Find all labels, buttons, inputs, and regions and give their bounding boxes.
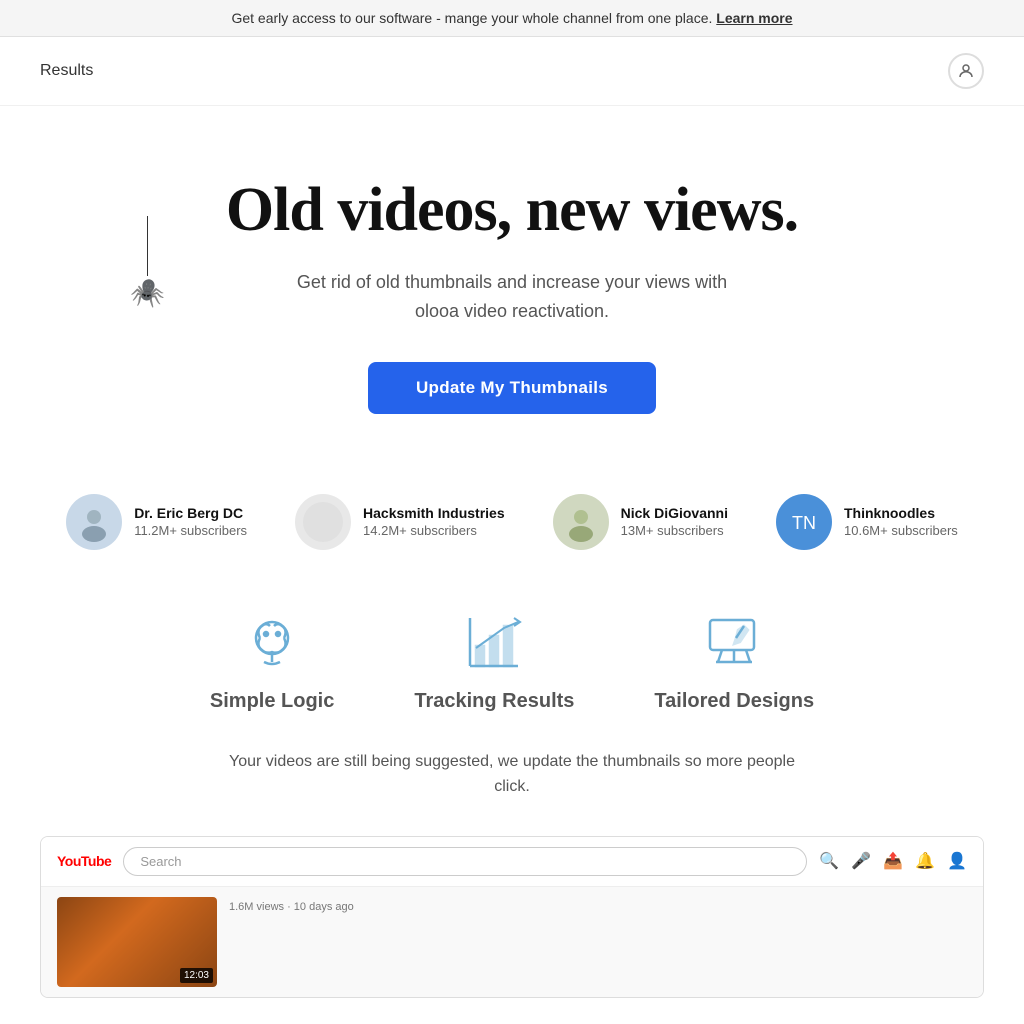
banner-link[interactable]: Learn more — [716, 10, 792, 26]
monitor-pencil-icon — [702, 610, 766, 674]
channel-avatar-hacksmith: ⚒️ — [295, 494, 351, 550]
feature-simple-logic: Simple Logic — [210, 610, 334, 713]
user-icon[interactable]: 👤 — [947, 851, 967, 871]
video-info: 1.6M views · 10 days ago — [229, 897, 967, 987]
channel-avatar-eric — [66, 494, 122, 550]
hero-section: 🕷️ Old videos, new views. Get rid of old… — [0, 106, 1024, 454]
channel-info-eric: Dr. Eric Berg DC 11.2M+ subscribers — [134, 505, 247, 538]
channel-avatar-nick — [553, 494, 609, 550]
cta-button[interactable]: Update My Thumbnails — [368, 362, 656, 414]
description-text: Your videos are still being suggested, w… — [172, 733, 852, 816]
channel-item: Dr. Eric Berg DC 11.2M+ subscribers — [66, 494, 247, 550]
channel-subs-eric: 11.2M+ subscribers — [134, 523, 247, 538]
nav-results-link[interactable]: Results — [40, 62, 93, 80]
channel-name-eric: Dr. Eric Berg DC — [134, 505, 247, 521]
top-banner: Get early access to our software - mange… — [0, 0, 1024, 37]
channel-info-thinknoodles: Thinknoodles 10.6M+ subscribers — [844, 505, 958, 538]
channel-name-thinknoodles: Thinknoodles — [844, 505, 958, 521]
spider-thread — [147, 216, 148, 276]
channel-subs-thinknoodles: 10.6M+ subscribers — [844, 523, 958, 538]
channel-item: TN Thinknoodles 10.6M+ subscribers — [776, 494, 958, 550]
navigation: Results — [0, 37, 1024, 106]
channel-info-nick: Nick DiGiovanni 13M+ subscribers — [621, 505, 728, 538]
user-avatar-button[interactable] — [948, 53, 984, 89]
channels-section: Dr. Eric Berg DC 11.2M+ subscribers ⚒️ H… — [0, 454, 1024, 570]
feature-label-tracking-results: Tracking Results — [414, 690, 574, 713]
svg-text:TN: TN — [792, 513, 816, 533]
youtube-icons: 🔍 🎤 📤 🔔 👤 — [819, 851, 967, 871]
brain-icon — [240, 610, 304, 674]
feature-tracking-results: Tracking Results — [414, 610, 574, 713]
upload-icon[interactable]: 📤 — [883, 851, 903, 871]
feature-label-tailored-designs: Tailored Designs — [654, 690, 814, 713]
channel-item: Nick DiGiovanni 13M+ subscribers — [553, 494, 728, 550]
youtube-search-bar[interactable]: Search — [123, 847, 807, 876]
chart-icon — [462, 610, 526, 674]
features-section: Simple Logic Tracking Results Tailored D… — [0, 570, 1024, 733]
feature-tailored-designs: Tailored Designs — [654, 610, 814, 713]
spider-decoration: 🕷️ — [130, 216, 165, 309]
notification-icon[interactable]: 🔔 — [915, 851, 935, 871]
video-duration: 12:03 — [180, 968, 213, 983]
channel-item: ⚒️ Hacksmith Industries 14.2M+ subscribe… — [295, 494, 505, 550]
spider-icon: 🕷️ — [130, 276, 165, 309]
hero-title: Old videos, new views. — [40, 176, 984, 244]
youtube-preview: YouTube Search 🔍 🎤 📤 🔔 👤 12:03 1.6M view… — [40, 836, 984, 998]
channel-name-nick: Nick DiGiovanni — [621, 505, 728, 521]
mic-icon[interactable]: 🎤 — [851, 851, 871, 871]
channel-name-hacksmith: Hacksmith Industries — [363, 505, 505, 521]
video-thumbnail[interactable]: 12:03 — [57, 897, 217, 987]
channel-avatar-thinknoodles: TN — [776, 494, 832, 550]
youtube-nav: YouTube Search 🔍 🎤 📤 🔔 👤 — [41, 837, 983, 887]
hero-subtitle: Get rid of old thumbnails and increase y… — [40, 268, 984, 326]
channel-info-hacksmith: Hacksmith Industries 14.2M+ subscribers — [363, 505, 505, 538]
channel-subs-nick: 13M+ subscribers — [621, 523, 728, 538]
search-icon[interactable]: 🔍 — [819, 851, 839, 871]
video-meta: 1.6M views · 10 days ago — [229, 901, 967, 913]
banner-text: Get early access to our software - mange… — [231, 10, 712, 26]
channel-subs-hacksmith: 14.2M+ subscribers — [363, 523, 505, 538]
youtube-logo: YouTube — [57, 853, 111, 869]
feature-label-simple-logic: Simple Logic — [210, 690, 334, 713]
youtube-content: 12:03 1.6M views · 10 days ago — [41, 887, 983, 997]
